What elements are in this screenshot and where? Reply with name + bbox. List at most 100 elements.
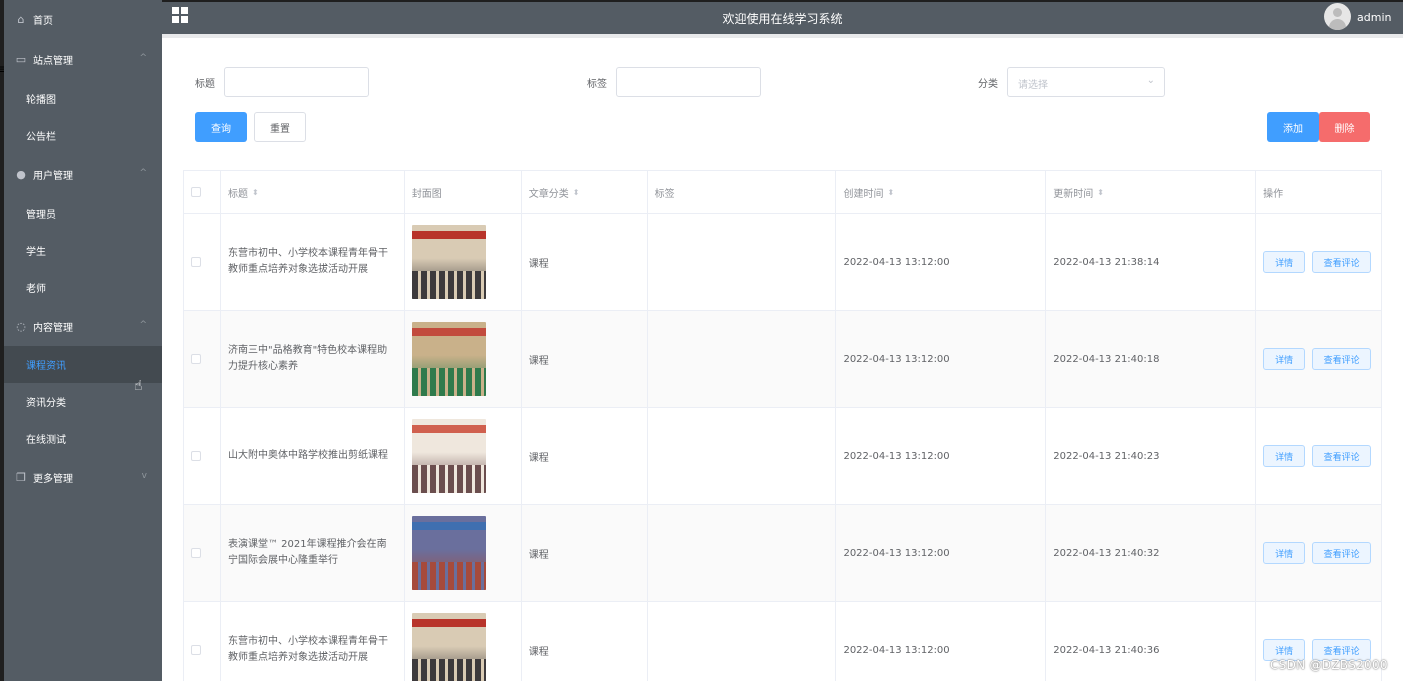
sidebar-item-carousel[interactable]: 轮播图 — [4, 80, 162, 117]
cover-image[interactable] — [411, 613, 486, 681]
detail-button[interactable]: 详情 — [1263, 445, 1306, 467]
row-created-time: 2022-04-13 13:12:00 — [843, 547, 950, 559]
category-select[interactable]: 请选择 ⌄ — [1007, 67, 1165, 97]
sidebar-item-label: 在线测试 — [26, 435, 66, 446]
title-cell: 山大附中奥体中路学校推出剪纸课程 — [221, 408, 405, 504]
column-header-title[interactable]: 标题 ⬍ — [221, 171, 405, 213]
tag-cell — [648, 408, 837, 504]
row-updated-time: 2022-04-13 21:38:14 — [1053, 256, 1160, 268]
sidebar-group-label: 更多管理 — [33, 473, 73, 485]
row-created-time: 2022-04-13 13:12:00 — [843, 450, 950, 462]
avatar[interactable] — [1324, 3, 1351, 30]
category-cell: 课程 — [522, 408, 648, 504]
sidebar-item-teacher[interactable]: 老师 — [4, 269, 162, 306]
row-category: 课程 — [528, 258, 549, 270]
tag-cell — [648, 505, 837, 601]
column-header-label: 操作 — [1263, 188, 1284, 200]
title-filter-input[interactable] — [224, 67, 369, 97]
row-checkbox[interactable] — [191, 645, 201, 655]
sidebar-group-label: 内容管理 — [33, 322, 73, 334]
column-header-label: 封面图 — [411, 188, 442, 200]
row-select-cell — [184, 214, 221, 310]
sort-icon[interactable]: ⬍ — [887, 188, 894, 197]
category-cell: 课程 — [522, 214, 648, 310]
sidebar-item-notice[interactable]: 公告栏 — [4, 117, 162, 154]
sidebar-group-users[interactable]: ● 用户管理 ^ — [4, 155, 162, 193]
row-checkbox[interactable] — [191, 548, 201, 558]
view-comments-button[interactable]: 查看评论 — [1312, 348, 1372, 370]
category-filter-label: 分类 — [978, 79, 998, 90]
column-header-actions: 操作 — [1256, 171, 1382, 213]
sidebar-item-label: 首页 — [33, 15, 53, 27]
reset-button[interactable]: 重置 — [254, 112, 306, 142]
row-created-time: 2022-04-13 13:12:00 — [843, 353, 950, 365]
row-created-time: 2022-04-13 13:12:00 — [843, 256, 950, 268]
row-checkbox[interactable] — [191, 354, 201, 364]
sidebar-group-site[interactable]: ▭ 站点管理 ^ — [4, 40, 162, 78]
sidebar-item-student[interactable]: 学生 — [4, 232, 162, 269]
detail-button[interactable]: 详情 — [1263, 251, 1306, 273]
table-header-row: 标题 ⬍ 封面图 文章分类 ⬍ 标签 创建时间 ⬍ 更新时间 ⬍ 操作 — [184, 171, 1382, 214]
select-all-checkbox[interactable] — [191, 187, 201, 197]
username[interactable]: admin — [1357, 11, 1391, 24]
row-select-cell — [184, 408, 221, 504]
title-cell: 表演课堂™ 2021年课程推介会在南宁国际会展中心隆重举行 — [221, 505, 405, 601]
created-cell: 2022-04-13 13:12:00 — [836, 408, 1047, 504]
sidebar-item-home[interactable]: ⌂ 首页 — [4, 0, 162, 38]
view-comments-button[interactable]: 查看评论 — [1312, 251, 1372, 273]
sort-icon[interactable]: ⬍ — [573, 188, 580, 197]
view-comments-button[interactable]: 查看评论 — [1312, 542, 1372, 564]
cover-image[interactable] — [411, 419, 486, 493]
detail-button[interactable]: 详情 — [1263, 542, 1306, 564]
column-header-created[interactable]: 创建时间 ⬍ — [836, 171, 1047, 213]
sidebar-item-label: 课程资讯 — [26, 361, 66, 372]
row-updated-time: 2022-04-13 21:40:23 — [1053, 450, 1160, 462]
cover-image[interactable] — [411, 516, 486, 590]
sidebar-group-more[interactable]: ❐ 更多管理 v — [4, 458, 162, 496]
sidebar-item-label: 资讯分类 — [26, 398, 66, 409]
delete-button[interactable]: 删除 — [1319, 112, 1370, 142]
cover-cell — [405, 408, 522, 504]
sidebar-item-label: 管理员 — [26, 210, 56, 221]
actions-cell: 详情 查看评论 — [1256, 505, 1382, 601]
tag-cell — [648, 602, 837, 681]
column-header-label: 创建时间 — [843, 188, 884, 200]
detail-button[interactable]: 详情 — [1263, 348, 1306, 370]
updated-cell: 2022-04-13 21:40:18 — [1046, 311, 1257, 407]
updated-cell: 2022-04-13 21:38:14 — [1046, 214, 1257, 310]
tag-cell — [648, 214, 837, 310]
column-header-updated[interactable]: 更新时间 ⬍ — [1046, 171, 1257, 213]
sort-icon[interactable]: ⬍ — [1097, 188, 1104, 197]
sidebar-group-content[interactable]: ◌ 内容管理 ^ — [4, 307, 162, 345]
row-title: 东营市初中、小学校本课程青年骨干教师重点培养对象选拔活动开展 — [227, 636, 388, 663]
category-cell: 课程 — [522, 602, 648, 681]
sort-icon[interactable]: ⬍ — [252, 188, 259, 197]
sidebar-group-label: 用户管理 — [33, 170, 73, 182]
column-header-cover: 封面图 — [405, 171, 522, 213]
add-button[interactable]: 添加 — [1267, 112, 1319, 142]
title-cell: 济南三中"品格教育"特色校本课程助力提升核心素养 — [221, 311, 405, 407]
cover-image[interactable] — [411, 225, 486, 299]
cover-image[interactable] — [411, 322, 486, 396]
created-cell: 2022-04-13 13:12:00 — [836, 602, 1047, 681]
sidebar-item-online-test[interactable]: 在线测试 — [4, 420, 162, 457]
row-checkbox[interactable] — [191, 451, 201, 461]
actions-cell: 详情 查看评论 — [1256, 311, 1382, 407]
chevron-up-icon: ^ — [139, 320, 147, 330]
column-header-category[interactable]: 文章分类 ⬍ — [522, 171, 648, 213]
view-comments-button[interactable]: 查看评论 — [1312, 445, 1372, 467]
created-cell: 2022-04-13 13:12:00 — [836, 311, 1047, 407]
user-icon: ● — [16, 167, 26, 181]
sidebar: ⌂ 首页 ▭ 站点管理 ^ 轮播图 公告栏 ● 用户管理 ^ 管理员 学生 老师… — [4, 0, 162, 681]
actions-cell: 详情 查看评论 — [1256, 214, 1382, 310]
category-cell: 课程 — [522, 505, 648, 601]
row-updated-time: 2022-04-13 21:40:32 — [1053, 547, 1160, 559]
row-checkbox[interactable] — [191, 257, 201, 267]
query-button[interactable]: 查询 — [195, 112, 247, 142]
sidebar-item-admin[interactable]: 管理员 — [4, 195, 162, 232]
cover-cell — [405, 505, 522, 601]
main-panel: 标题 标签 分类 请选择 ⌄ 查询 重置 添加 删除 标题 ⬍ 封面图 文章分类 ⬍… — [168, 40, 1399, 681]
row-category: 课程 — [528, 549, 549, 561]
row-select-cell — [184, 602, 221, 681]
tag-filter-input[interactable] — [616, 67, 761, 97]
